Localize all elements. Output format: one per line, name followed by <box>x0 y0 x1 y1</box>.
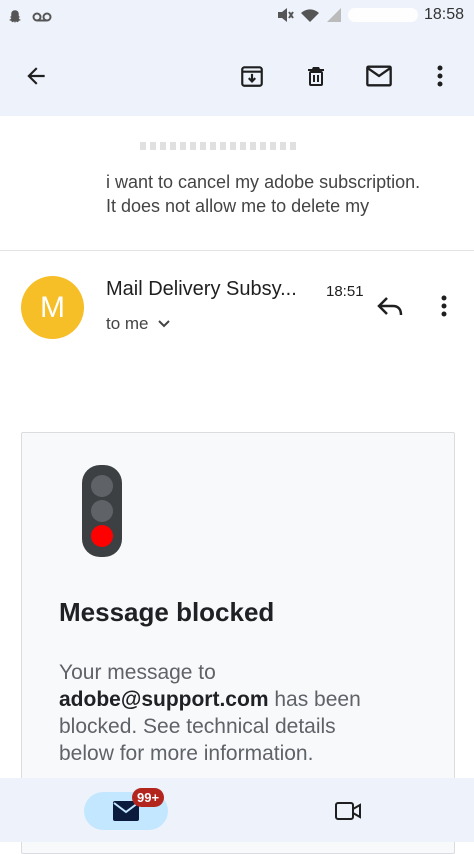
sender-name: Mail Delivery Subsy... <box>106 278 297 300</box>
message-header: M Mail Delivery Subsy... 18:51 to me <box>0 250 474 370</box>
more-options-button[interactable] <box>420 56 460 96</box>
traffic-lamp-top <box>91 475 113 497</box>
unread-count-badge: 99+ <box>132 788 165 807</box>
archive-button[interactable] <box>232 56 272 96</box>
voicemail-icon <box>32 12 52 22</box>
status-left <box>6 8 52 26</box>
card-title: Message blocked <box>59 597 275 627</box>
recipient-details-toggle[interactable]: to me <box>106 314 171 334</box>
wifi-icon <box>300 9 319 22</box>
video-camera-icon <box>335 802 361 820</box>
traffic-lamp-red <box>91 525 113 547</box>
traffic-light-icon <box>82 465 122 557</box>
more-vert-icon <box>441 295 447 317</box>
archive-icon <box>241 66 263 87</box>
snapchat-icon <box>9 10 21 23</box>
snippet-line-2: It does not allow me to delete my <box>106 196 370 216</box>
avatar[interactable]: M <box>21 276 84 339</box>
mail-outline-icon <box>366 65 392 87</box>
bottom-navigation: 99+ <box>0 778 474 842</box>
status-time: 18:58 <box>423 6 464 23</box>
chevron-down-icon <box>157 320 170 328</box>
message-more-button[interactable] <box>428 288 460 324</box>
redacted-status <box>347 8 418 22</box>
mute-icon <box>277 8 294 22</box>
snippet-line-1: i want to cancel my adobe subscription. <box>106 172 421 192</box>
redacted-text <box>140 142 300 150</box>
traffic-lamp-middle <box>91 500 113 522</box>
previous-message-snippet[interactable]: i want to cancel my adobe subscription. … <box>0 116 474 251</box>
nav-meet[interactable] <box>330 794 366 828</box>
status-bar: 18:58 <box>0 0 474 34</box>
blocked-address[interactable]: adobe@support.com <box>59 688 269 711</box>
back-button[interactable] <box>16 56 56 96</box>
more-vert-icon <box>437 65 443 87</box>
card-body-prefix: Your message to <box>59 661 216 684</box>
signal-icon <box>326 8 341 22</box>
status-right: 18:58 <box>276 6 464 24</box>
delete-button[interactable] <box>296 56 336 96</box>
recipient-label: to me <box>106 314 149 333</box>
mark-unread-button[interactable] <box>359 56 399 96</box>
message-time: 18:51 <box>326 283 364 300</box>
arrow-left-icon <box>27 67 45 85</box>
app-bar <box>0 34 474 116</box>
reply-icon <box>377 297 403 316</box>
reply-button[interactable] <box>372 288 408 324</box>
trash-icon <box>308 67 324 86</box>
card-body: Your message to adobe@support.com has be… <box>59 659 389 767</box>
